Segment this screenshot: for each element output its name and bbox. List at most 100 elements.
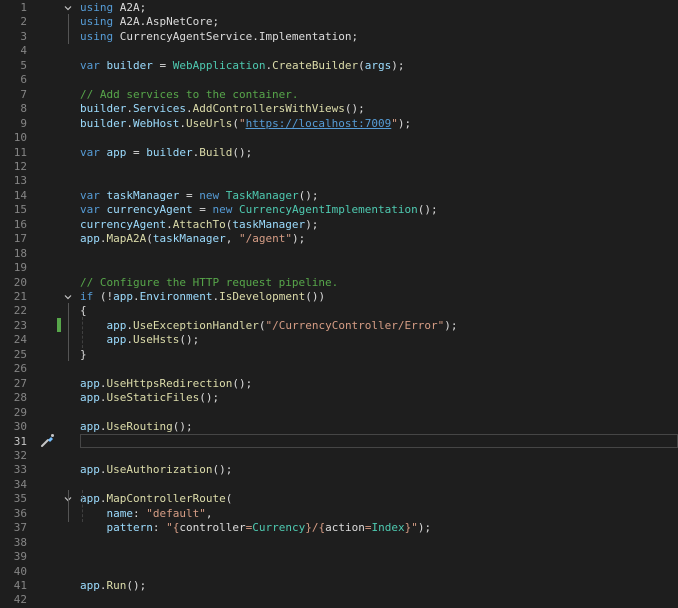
code-line[interactable]: 35 app.MapControllerRoute( bbox=[0, 492, 678, 506]
code-line[interactable]: 11 var app = builder.Build(); bbox=[0, 146, 678, 160]
code-token: builder bbox=[146, 145, 193, 159]
code-line[interactable]: 42 bbox=[0, 593, 678, 607]
code-text[interactable]: var taskManager = new TaskManager(); bbox=[80, 189, 318, 203]
code-line[interactable]: 8 builder.Services.AddControllersWithView… bbox=[0, 102, 678, 116]
code-line[interactable]: 12 bbox=[0, 160, 678, 174]
code-editor[interactable]: 1 using A2A; 2 using A2A.AspNetCore; 3 using … bbox=[0, 0, 678, 607]
line-number: 36 bbox=[13, 506, 27, 520]
code-line[interactable]: 2 using A2A.AspNetCore; bbox=[0, 15, 678, 29]
code-text[interactable]: app.Run(); bbox=[80, 579, 146, 593]
code-line[interactable]: 36 name: "default", bbox=[0, 507, 678, 521]
code-line[interactable]: 41 app.Run(); bbox=[0, 579, 678, 593]
code-text[interactable]: app.UseHttpsRedirection(); bbox=[80, 377, 252, 391]
if-indent-guide bbox=[82, 317, 83, 348]
code-text[interactable]: // Configure the HTTP request pipeline. bbox=[80, 276, 338, 290]
code-line[interactable]: 27 app.UseHttpsRedirection(); bbox=[0, 377, 678, 391]
code-text[interactable]: app.MapA2A(taskManager, "/agent"); bbox=[80, 232, 305, 246]
screwdriver-brush-icon[interactable] bbox=[40, 433, 55, 451]
code-line[interactable]: 6 bbox=[0, 73, 678, 87]
code-text[interactable]: app.UseExceptionHandler("/CurrencyContro… bbox=[80, 319, 458, 333]
code-token: Environment bbox=[139, 290, 213, 303]
code-token: app bbox=[80, 579, 100, 592]
code-line[interactable]: 10 bbox=[0, 131, 678, 145]
code-token: Currency bbox=[252, 521, 306, 535]
code-token: https://localhost:7009 bbox=[245, 116, 392, 130]
code-text[interactable]: { bbox=[80, 304, 87, 318]
code-line[interactable]: 9 builder.WebHost.UseUrls("https://localh… bbox=[0, 117, 678, 131]
code-text[interactable]: app.UseRouting(); bbox=[80, 420, 193, 434]
code-text[interactable]: app.UseHsts(); bbox=[80, 333, 200, 347]
code-text[interactable]: name: "default", bbox=[80, 506, 213, 521]
code-text[interactable]: // Add services to the container. bbox=[80, 88, 299, 102]
code-line[interactable]: 17 app.MapA2A(taskManager, "/agent"); bbox=[0, 232, 678, 246]
code-token: . bbox=[99, 376, 107, 390]
code-text[interactable]: builder.Services.AddControllersWithViews… bbox=[80, 102, 365, 116]
code-text[interactable]: app.UseStaticFiles(); bbox=[80, 391, 219, 405]
code-line[interactable]: 28 app.UseStaticFiles(); bbox=[0, 391, 678, 405]
code-line[interactable]: 4 bbox=[0, 44, 678, 58]
code-token: ); bbox=[291, 232, 306, 246]
route-fold-guide bbox=[68, 490, 69, 522]
line-number: 10 bbox=[13, 131, 27, 145]
code-token: new bbox=[212, 203, 233, 217]
code-text[interactable]: using A2A.AspNetCore; bbox=[80, 15, 219, 29]
code-line[interactable]: 39 bbox=[0, 550, 678, 564]
code-line[interactable]: 33 app.UseAuthorization(); bbox=[0, 463, 678, 477]
code-token: using bbox=[80, 15, 114, 29]
code-token: action bbox=[325, 521, 365, 535]
code-line[interactable]: 3 using CurrencyAgentService.Implementati… bbox=[0, 30, 678, 44]
code-token: IsDevelopment bbox=[219, 290, 306, 303]
code-text[interactable]: var builder = WebApplication.CreateBuild… bbox=[80, 59, 405, 73]
line-number: 41 bbox=[13, 579, 27, 592]
code-token: }" bbox=[404, 521, 418, 535]
code-line[interactable]: 25} bbox=[0, 348, 678, 362]
line-number: 37 bbox=[13, 521, 27, 535]
code-line[interactable]: 7 // Add services to the container. bbox=[0, 88, 678, 102]
code-line[interactable]: 26 bbox=[0, 362, 678, 376]
code-text[interactable]: builder.WebHost.UseUrls("https://localho… bbox=[80, 117, 411, 131]
code-text[interactable]: using CurrencyAgentService.Implementatio… bbox=[80, 30, 358, 44]
line-number: 26 bbox=[13, 362, 27, 376]
code-text[interactable]: app.UseAuthorization(); bbox=[80, 463, 232, 477]
code-line[interactable]: 14 var taskManager = new TaskManager(); bbox=[0, 189, 678, 203]
code-text[interactable]: } bbox=[80, 348, 87, 362]
code-line[interactable]: 5 var builder = WebApplication.CreateBuil… bbox=[0, 59, 678, 73]
code-line[interactable]: 29 bbox=[0, 406, 678, 420]
code-line[interactable]: 1 using A2A; bbox=[0, 1, 678, 15]
line-number: 21 bbox=[13, 290, 27, 303]
code-token: AddControllersWithViews bbox=[192, 102, 345, 116]
code-text[interactable]: using A2A; bbox=[80, 1, 146, 15]
code-line[interactable]: 37 pattern: "{controller=Currency}/{acti… bbox=[0, 521, 678, 535]
code-line[interactable]: 32 bbox=[0, 449, 678, 463]
code-line[interactable]: 38 bbox=[0, 536, 678, 550]
code-text[interactable]: if (!app.Environment.IsDevelopment()) bbox=[80, 290, 325, 304]
code-text[interactable]: currencyAgent.AttachTo(taskManager); bbox=[80, 218, 318, 232]
code-token: . bbox=[99, 420, 107, 434]
code-text[interactable]: pattern: "{controller=Currency}/{action=… bbox=[80, 521, 432, 535]
code-token: { bbox=[80, 304, 87, 318]
code-line[interactable]: 19 bbox=[0, 261, 678, 275]
code-token: WebApplication bbox=[172, 58, 266, 72]
chevron-down-icon[interactable] bbox=[64, 4, 72, 12]
code-line[interactable]: 40 bbox=[0, 565, 678, 579]
code-line[interactable]: 16 currencyAgent.AttachTo(taskManager); bbox=[0, 218, 678, 232]
code-line[interactable]: 21 if (!app.Environment.IsDevelopment()) bbox=[0, 290, 678, 304]
code-line[interactable]: 23 app.UseExceptionHandler("/CurrencyCon… bbox=[0, 319, 678, 333]
code-line[interactable]: 15 var currencyAgent = new CurrencyAgentI… bbox=[0, 203, 678, 217]
code-token: using bbox=[80, 29, 114, 43]
code-text[interactable]: var currencyAgent = new CurrencyAgentImp… bbox=[80, 203, 438, 217]
code-line[interactable]: 30 app.UseRouting(); bbox=[0, 420, 678, 434]
code-line[interactable]: 20 // Configure the HTTP request pipeline… bbox=[0, 276, 678, 290]
code-text[interactable]: app.MapControllerRoute( bbox=[80, 492, 232, 506]
code-text[interactable]: var app = builder.Build(); bbox=[80, 146, 252, 160]
code-token: "default" bbox=[146, 506, 206, 520]
chevron-down-icon[interactable] bbox=[64, 293, 72, 301]
line-number: 20 bbox=[13, 275, 27, 289]
code-token: TaskManager bbox=[225, 188, 299, 202]
code-line[interactable]: 34 bbox=[0, 478, 678, 492]
code-line[interactable]: 24 app.UseHsts(); bbox=[0, 333, 678, 347]
code-line[interactable]: 22 { bbox=[0, 304, 678, 318]
code-line[interactable]: 13 bbox=[0, 174, 678, 188]
code-line[interactable]: 18 bbox=[0, 247, 678, 261]
